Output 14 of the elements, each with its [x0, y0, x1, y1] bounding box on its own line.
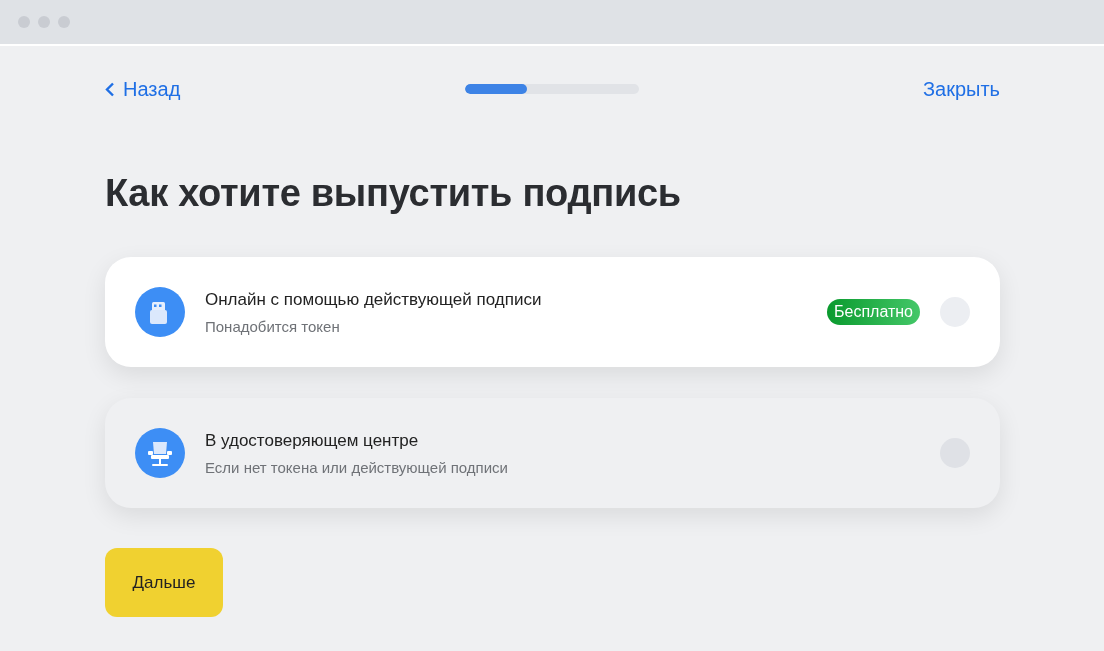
price-badge: Бесплатно	[827, 299, 920, 325]
option-card[interactable]: Онлайн с помощью действующей подписи Понадобится токен Бесплатно	[105, 257, 1000, 367]
option-card[interactable]: В удостоверяющем центре Если нет токена или действующей подписи	[105, 398, 1000, 508]
page-title: Как хотите выпустить подпись	[105, 172, 682, 215]
close-link[interactable]: Закрыть	[922, 77, 1000, 101]
next-button[interactable]: Дальше	[105, 548, 223, 617]
chair-icon	[135, 428, 185, 478]
option-title: В удостоверяющем центре	[205, 430, 420, 451]
usb-token-icon	[135, 287, 185, 337]
option-subtitle: Понадобится токен	[205, 317, 341, 335]
chevron-left-icon	[105, 81, 115, 97]
option-title: Онлайн с помощью действующей подписи	[205, 289, 543, 310]
back-link[interactable]: Назад	[105, 77, 181, 101]
option-subtitle: Если нет токена или действующей подписи	[205, 458, 509, 476]
